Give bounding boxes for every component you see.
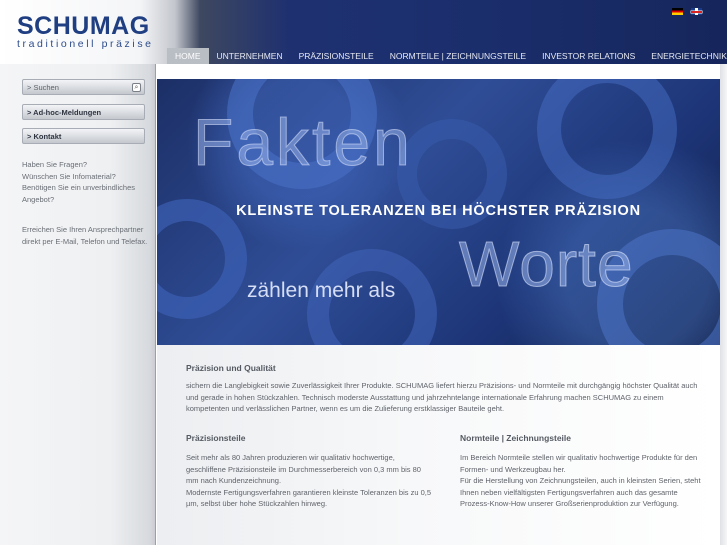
logo-brand[interactable]: SCHUMAG [17, 12, 150, 40]
nav-tab-unternehmen[interactable]: UNTERNEHMEN [209, 48, 291, 64]
section-title-praezisionsteile: Präzisionsteile [186, 433, 246, 443]
sidebar-divider [155, 64, 156, 545]
hero-banner: Fakten KLEINSTE TOLERANZEN BEI HÖCHSTER … [157, 79, 720, 345]
main-nav: HOME UNTERNEHMEN PRÄZISIONSTEILE NORMTEI… [167, 48, 727, 64]
kontakt-button[interactable]: > Kontakt [22, 128, 145, 144]
search-input[interactable]: > Suchen ⌕ [22, 79, 145, 95]
section-text-praezisionsteile: Seit mehr als 80 Jahren produzieren wir … [186, 453, 432, 508]
nav-tab-praezisionsteile[interactable]: PRÄZISIONSTEILE [291, 48, 382, 64]
hero-subline: KLEINSTE TOLERANZEN BEI HÖCHSTER PRÄZISI… [236, 203, 641, 219]
hero-headline-fakten: Fakten [193, 105, 413, 179]
nav-tab-investor-relations[interactable]: INVESTOR RELATIONS [534, 48, 643, 64]
en-flag-icon[interactable] [691, 8, 702, 15]
section-title-normteile: Normteile | Zeichnungsteile [460, 433, 572, 443]
hero-phrase: zählen mehr als [247, 279, 396, 302]
section-text-intro: sichern die Langlebigkeit sowie Zuverläs… [186, 381, 698, 413]
search-placeholder: > Suchen [27, 83, 59, 92]
content-area [157, 345, 720, 545]
sidebar-contact-info: Erreichen Sie Ihren Ansprechpartner dire… [22, 225, 148, 246]
nav-tab-home[interactable]: HOME [167, 48, 209, 64]
nav-tab-normteile[interactable]: NORMTEILE | ZEICHNUNGSTEILE [382, 48, 534, 64]
de-flag-icon[interactable] [672, 8, 683, 15]
hero-ring-decoration [537, 79, 677, 199]
sidebar-contact-questions: Haben Sie Fragen? Wünschen Sie Infomater… [22, 160, 135, 204]
logo-tagline: traditionell präzise [17, 38, 154, 50]
section-text-normteile: Im Bereich Normteile stellen wir qualita… [460, 453, 701, 508]
header: SCHUMAG traditionell präzise HOME UNTERN… [0, 0, 727, 64]
right-edge-strip [720, 64, 727, 545]
ad-hoc-meldungen-button[interactable]: > Ad-hoc-Meldungen [22, 104, 145, 120]
nav-tab-energietechnik[interactable]: ENERGIETECHNIK [643, 48, 727, 64]
search-icon[interactable]: ⌕ [132, 83, 141, 92]
section-title-praezision-qualitaet: Präzision und Qualität [186, 363, 276, 373]
hero-headline-worte: Worte [459, 228, 634, 300]
